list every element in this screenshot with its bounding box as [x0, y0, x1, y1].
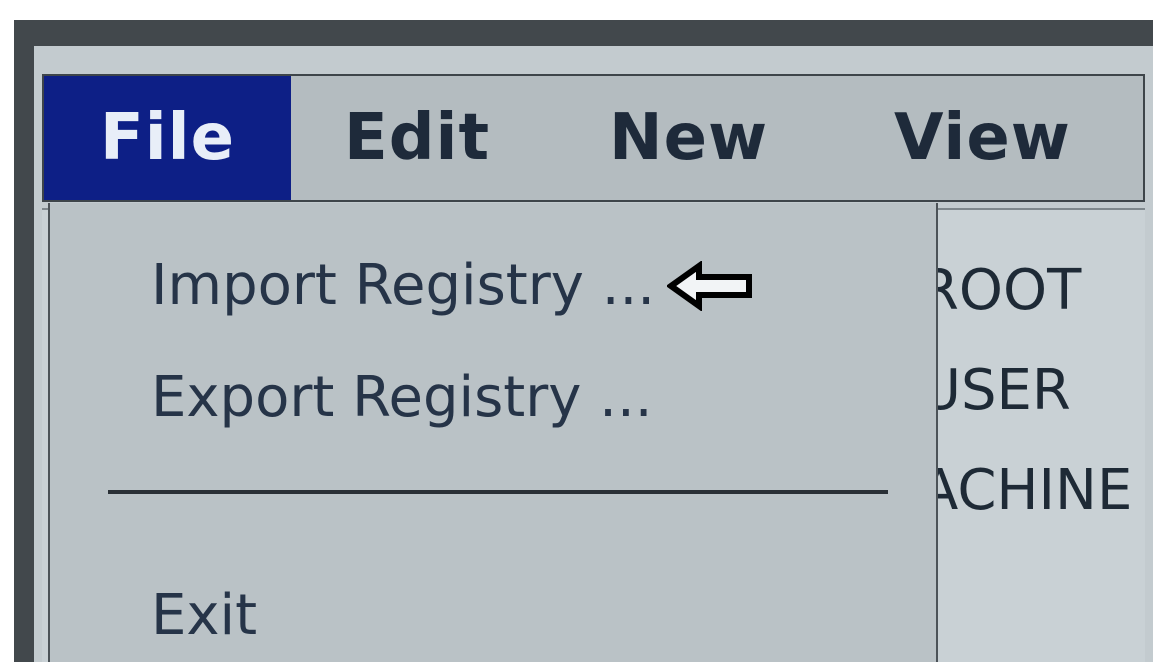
registry-editor-window: File Edit New View ROOT USER ACHINE Impo…: [34, 46, 1153, 662]
import-registry-label: Import Registry ...: [151, 253, 656, 318]
menubar: File Edit New View: [42, 74, 1145, 202]
device-screen: File Edit New View ROOT USER ACHINE Impo…: [14, 20, 1153, 662]
menu-view[interactable]: View: [844, 76, 1144, 200]
file-menu-dropdown: Import Registry ... Export Registry ... …: [48, 203, 938, 662]
menu-item-exit[interactable]: Exit: [151, 581, 257, 651]
menu-separator: [108, 490, 888, 494]
menu-new[interactable]: New: [564, 76, 824, 200]
tree-item-machine[interactable]: ACHINE: [920, 456, 1132, 526]
menu-file[interactable]: File: [44, 76, 291, 200]
menu-item-export-registry[interactable]: Export Registry ...: [151, 363, 653, 433]
menu-item-import-registry[interactable]: Import Registry ...: [151, 251, 753, 321]
menu-edit[interactable]: Edit: [294, 76, 554, 200]
left-arrow-icon: [667, 261, 753, 311]
tree-item-user[interactable]: USER: [920, 356, 1071, 426]
tree-item-root[interactable]: ROOT: [920, 256, 1081, 326]
